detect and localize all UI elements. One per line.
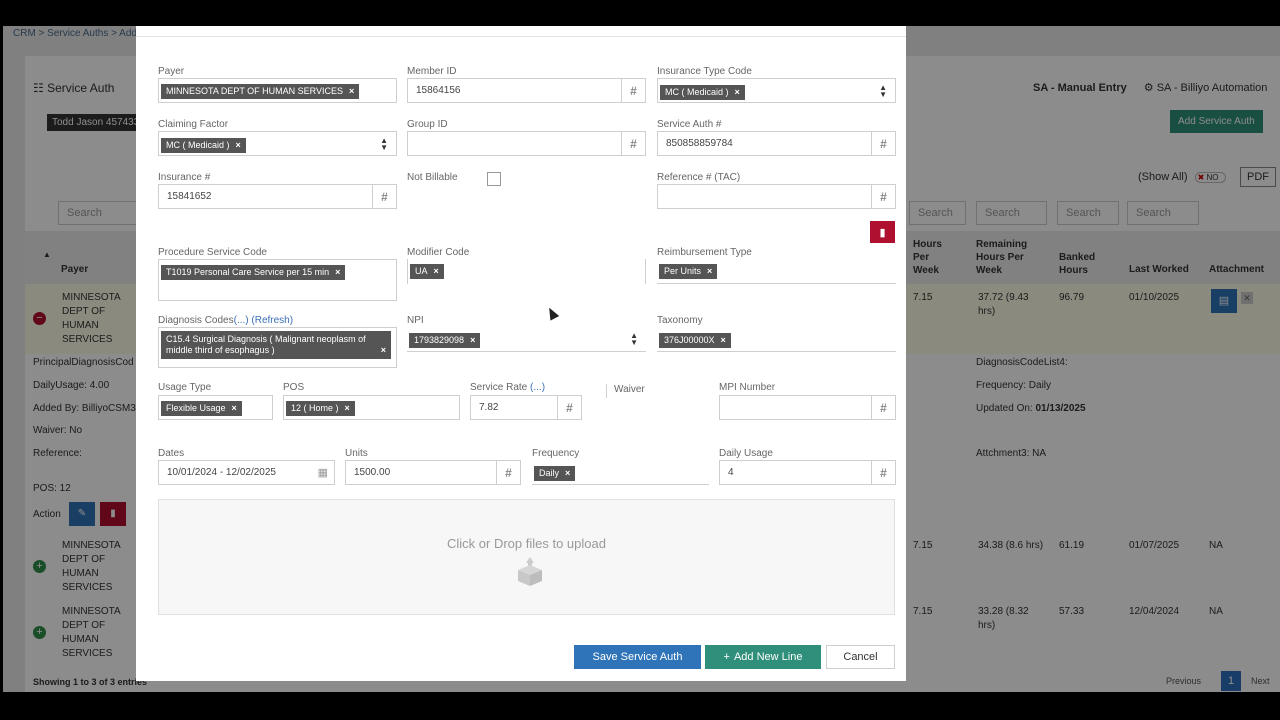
units-label: Units <box>345 448 368 459</box>
not-billable-label: Not Billable <box>407 172 458 183</box>
remove-tag-icon[interactable]: × <box>565 468 570 478</box>
remove-tag-icon[interactable]: × <box>335 267 340 277</box>
remove-tag-icon[interactable]: × <box>349 86 354 96</box>
insurance-type-tag: MC ( Medicaid ) × <box>660 85 745 100</box>
frequency-label: Frequency <box>532 448 580 459</box>
payer-select[interactable]: MINNESOTA DEPT OF HUMAN SERVICES × <box>158 78 397 103</box>
frequency-tag: Daily × <box>534 466 576 481</box>
pos-tag: 12 ( Home ) × <box>286 401 355 416</box>
modal-header-divider <box>136 36 906 37</box>
npi-tag: 1793829098 × <box>409 333 481 348</box>
remove-tag-icon[interactable]: × <box>236 140 241 150</box>
hash-icon: # <box>621 132 645 155</box>
reference-tac-input[interactable]: # <box>657 184 896 209</box>
diagnosis-select[interactable]: C15.4 Surgical Diagnosis ( Malignant neo… <box>158 327 397 368</box>
dropzone-text: Click or Drop files to upload <box>447 536 606 551</box>
reimbursement-label: Reimbursement Type <box>657 247 752 258</box>
insurance-type-label: Insurance Type Code <box>657 66 752 77</box>
frequency-select[interactable]: Daily × <box>532 460 709 485</box>
hash-icon: # <box>621 79 645 102</box>
service-rate-link[interactable]: (...) <box>530 382 545 393</box>
units-input[interactable]: 1500.00 # <box>345 460 521 485</box>
claiming-factor-label: Claiming Factor <box>158 119 229 130</box>
hash-icon: # <box>372 185 396 208</box>
usage-type-tag: Flexible Usage × <box>161 401 242 416</box>
service-auth-label: Service Auth # <box>657 119 722 130</box>
payer-tag: MINNESOTA DEPT OF HUMAN SERVICES × <box>161 84 360 99</box>
select-arrows-icon: ▲ ▼ <box>380 136 388 152</box>
taxonomy-label: Taxonomy <box>657 315 703 326</box>
pos-select[interactable]: 12 ( Home ) × <box>283 395 460 420</box>
insurance-type-select[interactable]: MC ( Medicaid ) × ▲ ▼ <box>657 78 896 103</box>
usage-type-select[interactable]: Flexible Usage × <box>158 395 273 420</box>
reimbursement-tag: Per Units × <box>659 264 718 279</box>
hash-icon: # <box>496 461 520 484</box>
group-id-input[interactable]: # <box>407 131 646 156</box>
plus-icon: + <box>723 651 730 663</box>
reference-tac-label: Reference # (TAC) <box>657 172 741 183</box>
modifier-tag: UA × <box>410 264 444 279</box>
delete-line-button[interactable]: ▮ <box>870 221 895 243</box>
modifier-label: Modifier Code <box>407 247 470 258</box>
remove-tag-icon[interactable]: × <box>345 403 350 413</box>
diagnosis-refresh-link[interactable]: (Refresh) <box>251 315 293 326</box>
trash-icon: ▮ <box>879 226 886 239</box>
daily-usage-input[interactable]: 4 # <box>719 460 896 485</box>
claiming-factor-select[interactable]: MC ( Medicaid ) × ▲ ▼ <box>158 131 397 156</box>
remove-tag-icon[interactable]: × <box>470 335 475 345</box>
cancel-button[interactable]: Cancel <box>826 645 895 669</box>
member-id-label: Member ID <box>407 66 457 77</box>
service-auth-input[interactable]: 850858859784 # <box>657 131 896 156</box>
not-billable-checkbox[interactable] <box>487 172 501 186</box>
procedure-label: Procedure Service Code <box>158 247 267 258</box>
taxonomy-select[interactable]: 376J00000X × <box>657 327 896 352</box>
mpi-number-label: MPI Number <box>719 382 776 393</box>
reimbursement-select[interactable]: Per Units × <box>657 259 896 284</box>
service-rate-input[interactable]: 7.82 # <box>470 395 582 420</box>
modifier-select[interactable]: UA × <box>407 259 646 284</box>
calendar-icon[interactable]: ▦ <box>318 466 328 479</box>
remove-tag-icon[interactable]: × <box>232 403 237 413</box>
remove-tag-icon[interactable]: × <box>381 345 386 356</box>
add-new-line-button[interactable]: + Add New Line <box>705 645 821 669</box>
remove-tag-icon[interactable]: × <box>707 266 712 276</box>
claiming-factor-tag: MC ( Medicaid ) × <box>161 138 246 153</box>
diagnosis-more-link[interactable]: (...) <box>234 315 249 326</box>
waiver-label: Waiver <box>606 384 645 398</box>
dates-label: Dates <box>158 448 185 459</box>
hash-icon: # <box>871 396 895 419</box>
remove-tag-icon[interactable]: × <box>735 87 740 97</box>
upload-box-icon <box>518 557 542 586</box>
usage-type-label: Usage Type <box>158 382 212 393</box>
npi-select[interactable]: 1793829098 × ▲ ▼ <box>407 327 646 352</box>
payer-label: Payer <box>158 66 185 77</box>
mpi-number-input[interactable]: # <box>719 395 896 420</box>
taxonomy-tag: 376J00000X × <box>659 333 731 348</box>
remove-tag-icon[interactable]: × <box>434 266 439 276</box>
hash-icon: # <box>871 461 895 484</box>
daily-usage-label: Daily Usage <box>719 448 773 459</box>
select-arrows-icon: ▲ ▼ <box>630 331 638 347</box>
insurance-no-label: Insurance # <box>158 172 211 183</box>
pos-label: POS <box>283 382 305 393</box>
hash-icon: # <box>871 185 895 208</box>
select-arrows-icon: ▲ ▼ <box>879 83 887 99</box>
member-id-input[interactable]: 15864156 # <box>407 78 646 103</box>
group-id-label: Group ID <box>407 119 448 130</box>
remove-tag-icon[interactable]: × <box>721 335 726 345</box>
procedure-select[interactable]: T1019 Personal Care Service per 15 min × <box>158 259 397 301</box>
screen: CRM > Service Auths > Add ☷ Service Auth… <box>0 0 1280 720</box>
hash-icon: # <box>871 132 895 155</box>
save-service-auth-button[interactable]: Save Service Auth <box>574 645 701 669</box>
service-rate-label: Service Rate (...) <box>470 382 546 393</box>
hash-icon: # <box>557 396 581 419</box>
diagnosis-label: Diagnosis Codes(...) (Refresh) <box>158 315 294 326</box>
insurance-no-input[interactable]: 15841652 # <box>158 184 397 209</box>
add-service-auth-modal: Payer MINNESOTA DEPT OF HUMAN SERVICES × … <box>136 26 906 681</box>
diagnosis-tag: C15.4 Surgical Diagnosis ( Malignant neo… <box>161 331 391 359</box>
npi-label: NPI <box>407 315 424 326</box>
file-dropzone[interactable]: Click or Drop files to upload <box>158 499 895 615</box>
procedure-tag: T1019 Personal Care Service per 15 min × <box>161 265 346 280</box>
dates-input[interactable]: 10/01/2024 - 12/02/2025 ▦ <box>158 460 335 485</box>
